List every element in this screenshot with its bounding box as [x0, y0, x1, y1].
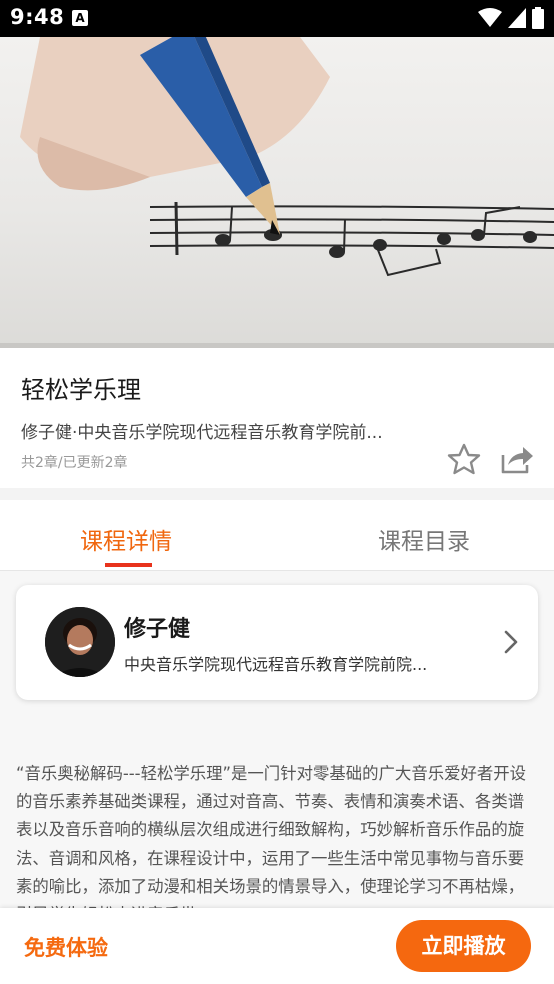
notification-badge: A: [72, 10, 88, 26]
status-time: 9:48: [10, 5, 65, 29]
share-icon[interactable]: [497, 443, 535, 475]
course-chapter-count: 共2章/已更新2章: [21, 455, 128, 471]
free-trial-button[interactable]: 免费体验: [24, 932, 108, 962]
teacher-description: 中央音乐学院现代远程音乐教育学院前院...: [124, 655, 428, 674]
course-title: 轻松学乐理: [21, 376, 141, 404]
section-divider: [0, 488, 554, 500]
battery-icon: [532, 7, 544, 29]
course-author-line: 修子健·中央音乐学院现代远程音乐教育学院前...: [21, 423, 383, 443]
course-description: “音乐奥秘解码---轻松学乐理”是一门针对零基础的广大音乐爱好者开设的音乐素养基…: [16, 764, 527, 910]
teacher-name: 修子健: [124, 617, 191, 642]
wifi-icon: [478, 8, 502, 27]
play-now-button[interactable]: 立即播放: [396, 920, 531, 972]
bottom-action-bar: 免费体验 立即播放: [0, 908, 554, 984]
signal-icon: [508, 8, 526, 28]
active-tab-indicator: [105, 563, 152, 567]
star-icon[interactable]: [446, 443, 482, 475]
tab-course-detail[interactable]: 课程详情: [80, 522, 172, 556]
status-bar: 9:48 A: [0, 0, 554, 37]
chevron-right-icon: [504, 630, 518, 654]
course-cover-image: [0, 37, 554, 348]
avatar: [45, 607, 115, 677]
teacher-card[interactable]: 修子健 中央音乐学院现代远程音乐教育学院前院...: [16, 585, 538, 700]
course-tabs: 课程详情 课程目录: [0, 500, 554, 571]
status-icons: [478, 7, 544, 29]
tab-course-catalog[interactable]: 课程目录: [378, 522, 470, 556]
